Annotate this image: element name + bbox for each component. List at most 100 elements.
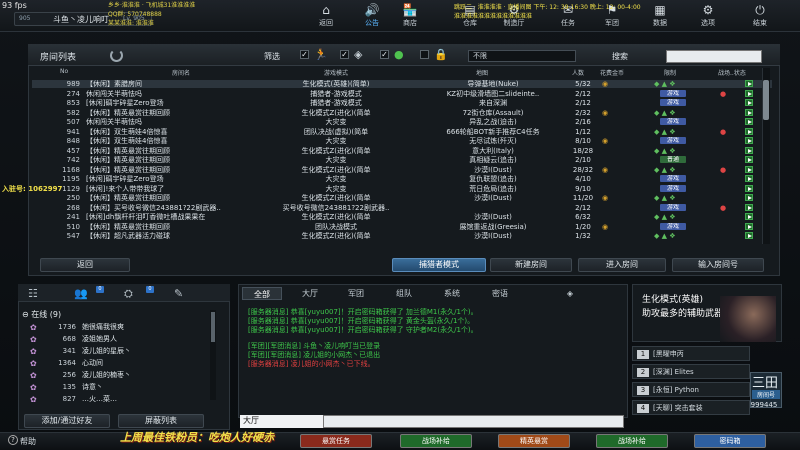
col-rank[interactable]: 战场..状态	[718, 68, 746, 77]
room-status-play-icon[interactable]	[745, 213, 753, 220]
table-row[interactable]: 941 【休闲】双生萌娃4倍惊喜 团队决战(虚拟)(简单 666轮船BOT新手推荐C4…	[32, 127, 772, 136]
mode-rank-item[interactable]: 2 [深渊] Elites	[632, 364, 750, 379]
rank-icon: ●	[720, 127, 727, 136]
bottom-button[interactable]: 密码箱	[694, 434, 766, 448]
col-name[interactable]: 房间名	[172, 68, 190, 77]
help-link[interactable]: 帮助	[20, 436, 36, 447]
room-status-play-icon[interactable]	[745, 99, 753, 106]
filter-checkbox-3[interactable]: ✓	[380, 50, 389, 59]
mode-rank-item[interactable]: 1 [黑曜申丙	[632, 346, 750, 361]
col-mode[interactable]: 游戏模式	[324, 68, 348, 77]
chat-tab[interactable]: 大厅	[290, 287, 330, 300]
filter-checkbox-4[interactable]	[420, 50, 429, 59]
chat-tab[interactable]: 全部	[242, 287, 282, 300]
nav-0[interactable]: ⌂ 返回	[311, 2, 341, 28]
room-list-scroll-thumb[interactable]	[763, 80, 769, 120]
new-room-button[interactable]: 新建房间	[490, 258, 572, 272]
chat-channel-select[interactable]: 大厅	[240, 415, 324, 428]
friend-item[interactable]: ✿ 827 …火…菜…	[30, 394, 210, 405]
table-row[interactable]: 1168 【休闲】精英悬赏往期回顾 生化模式Z(进化)(简单 沙漠Ⅰ(Dust) 28/…	[32, 165, 772, 174]
chat-tab[interactable]: 系统	[432, 287, 472, 300]
table-row[interactable]: 510 【休闲】精英悬赏往期回顾 团队决战模式 展馆重返战(Greesia) 1/20 ◉…	[32, 222, 772, 231]
chat-tab[interactable]: ◈	[550, 287, 590, 300]
tab-group-icon[interactable]: ⛭	[124, 287, 133, 301]
table-row[interactable]: 582 【休闲】精英悬赏往期回顾 生化模式Z(进化)(简单 72街仓库(Assault…	[32, 108, 772, 117]
table-row[interactable]: 274 休闲闯关半萌怯吗 捕猎者-游戏模式 KZ初中级滑墙图二slideinte.. 2…	[32, 89, 772, 98]
table-row[interactable]: 1129 [休闲]!来个人带带我球了 大灾变 荒日危局(追击) 9/10 游戏	[32, 184, 772, 193]
room-status-play-icon[interactable]	[745, 137, 753, 144]
refresh-icon[interactable]	[110, 49, 123, 62]
block-list-button[interactable]: 屏蔽列表	[118, 414, 204, 428]
chat-tab[interactable]: 组队	[384, 287, 424, 300]
room-status-play-icon[interactable]	[745, 146, 753, 154]
table-row[interactable]: 241 [休闲]dh飘杆杆泪叮香微吐槽战果果在 生化模式Z(进化)(简单 沙漠Ⅰ(Du…	[32, 213, 772, 221]
room-status-play-icon[interactable]	[745, 194, 753, 201]
room-status-play-icon[interactable]	[745, 184, 753, 192]
back-button[interactable]: 返回	[40, 258, 130, 272]
add-friend-button[interactable]: 添加/通过好友	[24, 414, 110, 428]
nav-2[interactable]: 🏪 商店	[395, 2, 425, 28]
bottom-button[interactable]: 精英悬赏	[498, 434, 570, 448]
room-status-play-icon[interactable]	[745, 232, 753, 239]
table-row[interactable]: 1195 [休闲]碉宇碎星Zero登场 大灾变 复仇联盟(追击) 4/10 游戏	[32, 175, 772, 183]
table-row[interactable]: 853 [休闲]碉宇碎星Zero登场 捕猎者-游戏模式 来自深渊 2/12 游戏	[32, 99, 772, 107]
room-status-play-icon[interactable]	[745, 127, 753, 135]
room-status-play-icon[interactable]	[745, 222, 753, 230]
enter-room-button[interactable]: 进入房间	[578, 258, 666, 272]
ticker-line: 淮淮淮淮淮淮淮淮淮淮淮淮淮	[454, 13, 533, 20]
table-row[interactable]: 268 【休闲】买号收号微信243881?22剧武器.. 买号收号微信243881?…	[32, 203, 772, 212]
col-cost[interactable]: 花费金币	[600, 68, 624, 77]
table-row[interactable]: 848 【休闲】双生萌娃4倍惊喜 大灾变 无尽试炼(歼灭) 8/10 ◉ 游戏	[32, 137, 772, 145]
room-map: 来自深渊	[479, 99, 507, 107]
filter-checkbox-1[interactable]: ✓	[300, 50, 309, 59]
room-status-play-icon[interactable]	[745, 203, 753, 211]
bottom-button[interactable]: 悬赏任务	[300, 434, 372, 448]
table-row[interactable]: 457 【休闲】精英悬赏往期回顾 生化模式Z(进化)(简单 意大利(Italy) 18/…	[32, 146, 772, 155]
col-weapon[interactable]: 限制	[664, 68, 676, 77]
table-row[interactable]: 507 休闲闯关半萌怯吗 大灾变 异乱之战(迫击) 2/16 游戏	[32, 118, 772, 126]
mode-rank-item[interactable]: 3 [永恒] Python	[632, 382, 750, 397]
friend-level: 341	[62, 347, 76, 355]
enter-room-number-button[interactable]: 输入房间号	[672, 258, 764, 272]
table-row[interactable]: 250 【休闲】精英悬赏往期回顾 生化模式Z(进化)(简单 沙漠Ⅰ(Dust) 11/2…	[32, 194, 772, 202]
hunter-mode-button[interactable]: 捕猎者模式	[392, 258, 486, 272]
table-row[interactable]: 989 【休闲】素腊房间 生化模式(英雄)(简单) 导弹基地(Nuke) 5/32 ◉ ◆ …	[32, 80, 772, 88]
table-row[interactable]: 547 【休闲】超凡武器活力碰球 生化模式Z(进化)(简单 沙漠Ⅰ(Dust) 1/32…	[32, 232, 772, 240]
nav-1[interactable]: 🔊 公告	[357, 2, 387, 28]
table-row[interactable]: 742 【休闲】精英悬赏往期回顾 大灾变 真相疑云(追击) 2/10 普通	[32, 156, 772, 164]
col-map[interactable]: 地图	[476, 68, 488, 77]
online-group-header[interactable]: ⊖ 在线 (9)	[22, 309, 61, 320]
room-status-play-icon[interactable]	[745, 175, 753, 182]
col-no[interactable]: No	[60, 68, 68, 75]
room-status-play-icon[interactable]	[745, 80, 753, 87]
room-status-play-icon[interactable]	[745, 89, 753, 97]
friend-item[interactable]: ✿ 341 凌儿姐的星辰丶	[30, 346, 210, 357]
tab-friends-list-icon[interactable]: ☷	[28, 287, 38, 300]
mode-rank-item[interactable]: 4 [天聊] 突击套装	[632, 400, 750, 415]
room-status-play-icon[interactable]	[745, 165, 753, 173]
col-count[interactable]: 人数	[572, 68, 584, 77]
friend-item[interactable]: ✿ 256 凌儿姐的楠枣丶	[30, 370, 210, 381]
help-icon[interactable]: ?	[8, 435, 18, 445]
room-mode: 捕猎者-游戏模式	[310, 99, 362, 107]
room-mode: 生化模式Z(进化)(简单	[301, 194, 371, 202]
mode-filter-select[interactable]: 不限	[468, 50, 576, 62]
room-status-play-icon[interactable]	[745, 108, 753, 116]
search-input[interactable]	[666, 50, 762, 63]
stream-overlay-id: 入驻号: 1062997	[2, 185, 63, 193]
chat-tab[interactable]: 军团	[336, 287, 376, 300]
friend-item[interactable]: ✿ 1364 心动间	[30, 358, 210, 369]
tab-edit-icon[interactable]: ✎	[174, 287, 183, 300]
friends-count-badge: 0	[96, 286, 104, 293]
room-status-play-icon[interactable]	[745, 118, 753, 125]
filter-checkbox-2[interactable]: ✓	[340, 50, 349, 59]
friends-scroll-thumb[interactable]	[211, 312, 215, 342]
friend-item[interactable]: ✿ 1736 她很痛我很爽	[30, 322, 210, 333]
bottom-button[interactable]: 战场补给	[596, 434, 668, 448]
tab-friends-people-icon[interactable]: 👥	[74, 287, 88, 300]
friend-item[interactable]: ✿ 135 诗意丶	[30, 382, 210, 393]
bottom-button[interactable]: 战场补给	[400, 434, 472, 448]
chat-tab[interactable]: 密语	[480, 287, 520, 300]
friend-item[interactable]: ✿ 668 凌姐她男人	[30, 334, 210, 345]
room-status-play-icon[interactable]	[745, 156, 753, 163]
